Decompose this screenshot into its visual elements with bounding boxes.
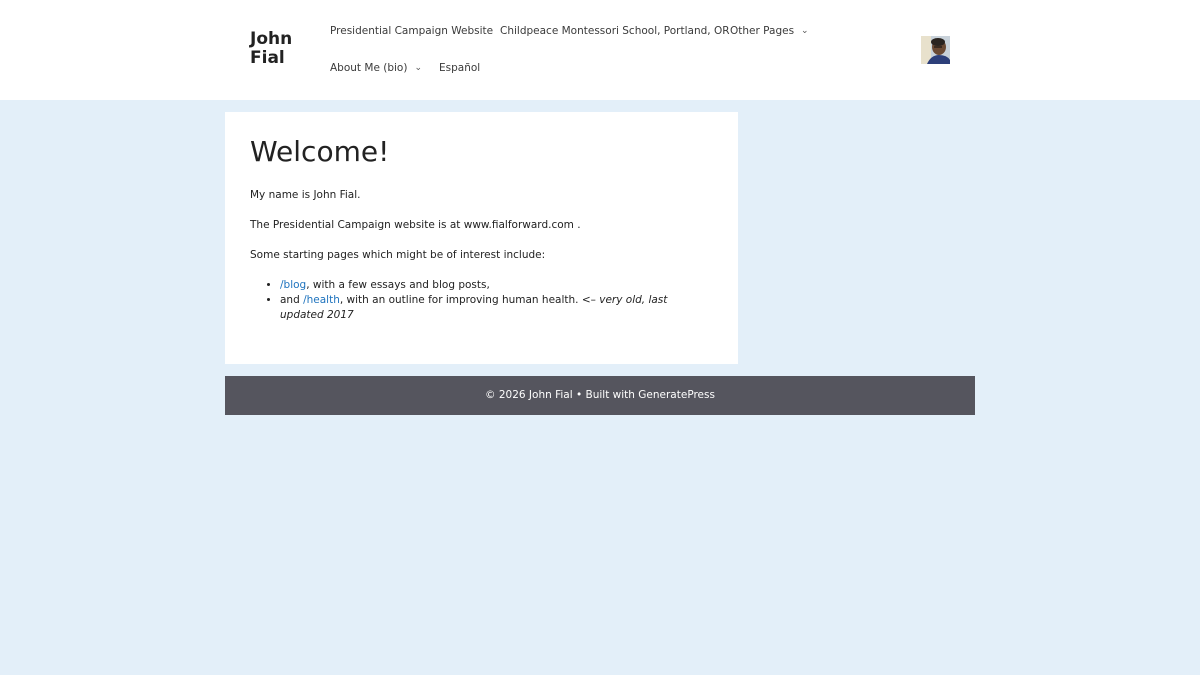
- nav-label: About Me (bio): [330, 62, 408, 74]
- list-item: and /health, with an outline for improvi…: [280, 293, 710, 323]
- nav-item-campaign[interactable]: Presidential Campaign Website: [330, 24, 493, 38]
- footer-built-with: Built with: [585, 389, 639, 401]
- footer-separator: •: [572, 389, 586, 401]
- list-item-text: , with an outline for improving human he…: [339, 294, 600, 306]
- nav-item-other-pages[interactable]: Other Pages ⌄: [730, 24, 809, 38]
- site-footer: © 2026 John Fial • Built with GeneratePr…: [225, 376, 975, 415]
- footer-copyright: © 2026 John Fial: [485, 389, 573, 401]
- campaign-paragraph: The Presidential Campaign website is at …: [250, 219, 581, 231]
- nav-label: Presidential Campaign Website: [330, 25, 494, 37]
- nav-item-about[interactable]: About Me (bio) ⌄: [330, 61, 422, 75]
- site-header: John Fial Presidential Campaign Website …: [0, 0, 1200, 100]
- list-item-text: , with a few essays and blog posts,: [306, 279, 490, 291]
- nav-label: Childpeace Montessori School, Portland, …: [500, 25, 730, 37]
- chevron-down-icon: ⌄: [801, 26, 809, 36]
- avatar[interactable]: [921, 36, 950, 64]
- chevron-down-icon: ⌄: [414, 63, 422, 73]
- intro-paragraph: My name is John Fial.: [250, 189, 361, 201]
- list-item: /blog, with a few essays and blog posts,: [280, 278, 710, 293]
- starting-pages-list: /blog, with a few essays and blog posts,…: [250, 278, 710, 323]
- generatepress-link[interactable]: GeneratePress: [638, 389, 715, 401]
- starting-pages-paragraph: Some starting pages which might be of in…: [250, 249, 546, 261]
- main-content: Welcome! My name is John Fial. The Presi…: [225, 112, 738, 364]
- nav-item-school[interactable]: Childpeace Montessori School, Portland, …: [500, 24, 730, 38]
- nav-label: Other Pages: [730, 25, 795, 37]
- avatar-portrait-icon: [921, 36, 950, 64]
- blog-link[interactable]: /blog: [280, 279, 306, 291]
- page-title: Welcome!: [250, 135, 390, 168]
- health-link[interactable]: /health: [303, 294, 340, 306]
- nav-item-espanol[interactable]: Español: [439, 61, 480, 75]
- list-item-prefix: and: [280, 294, 304, 306]
- site-title-link[interactable]: John Fial: [250, 30, 310, 68]
- nav-label: Español: [439, 62, 481, 74]
